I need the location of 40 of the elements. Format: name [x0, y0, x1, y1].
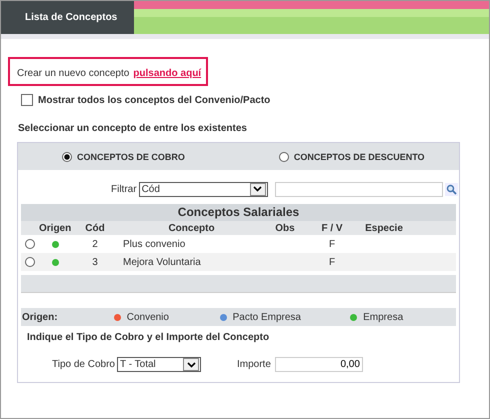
table-cell-text: 2: [91, 238, 99, 250]
legend-label: Empresa: [363, 312, 404, 322]
checkbox[interactable]: [21, 94, 33, 106]
amount-field[interactable]: 0,00: [274, 357, 363, 372]
filter-dropdown[interactable]: Cód: [138, 182, 268, 196]
field-label: Tipo de Cobro: [52, 359, 115, 370]
search-icon[interactable]: [444, 182, 458, 196]
filter-label: Filtrar: [111, 184, 137, 194]
column-header[interactable]: Obs: [264, 222, 306, 234]
column-header[interactable]: Concepto: [119, 222, 264, 234]
checkbox-label: Mostrar todos los conceptos del Convenio/Pacto: [38, 94, 270, 106]
table-cell-text: F: [328, 238, 336, 250]
column-header[interactable]: F / V: [306, 222, 358, 234]
type-dropdown[interactable]: T - Total: [117, 357, 201, 372]
section-heading: Indique el Tipo de Cobro y el Importe del Concepto: [27, 332, 270, 343]
table-cell-text: Mejora Voluntaria: [122, 256, 202, 268]
table-cell-text: 3: [91, 256, 99, 268]
radio-button[interactable]: [62, 152, 72, 162]
table-title: Conceptos Salariales: [21, 204, 456, 221]
column-header[interactable]: Cód: [71, 222, 119, 234]
create-text: Crear un nuevo concepto: [17, 68, 130, 79]
radio-button[interactable]: [278, 152, 289, 162]
table-cell-text: F: [328, 256, 336, 268]
radio-label: CONCEPTOS DE COBRO: [77, 152, 185, 162]
search-field[interactable]: [274, 182, 443, 196]
legend-label: Convenio: [126, 312, 169, 322]
radio-button[interactable]: [25, 239, 35, 249]
radio-button[interactable]: [25, 257, 35, 267]
column-header[interactable]: Origen: [39, 222, 71, 234]
legend-title: Origen:: [22, 312, 59, 322]
table-cell-text: Plus convenio: [122, 238, 186, 250]
section-heading: Seleccionar un concepto de entre los existentes: [18, 123, 248, 134]
column-header[interactable]: Especie: [358, 222, 410, 234]
create-link[interactable]: pulsando aquí: [133, 68, 202, 79]
page-tab[interactable]: Lista de Conceptos: [1, 1, 134, 34]
field-label: Importe: [237, 359, 271, 370]
radio-label: CONCEPTOS DE DESCUENTO: [294, 152, 425, 162]
legend-label: Pacto Empresa: [232, 312, 301, 322]
dropdown-caret-icon: [183, 358, 199, 371]
dropdown-caret-icon: [250, 182, 266, 196]
